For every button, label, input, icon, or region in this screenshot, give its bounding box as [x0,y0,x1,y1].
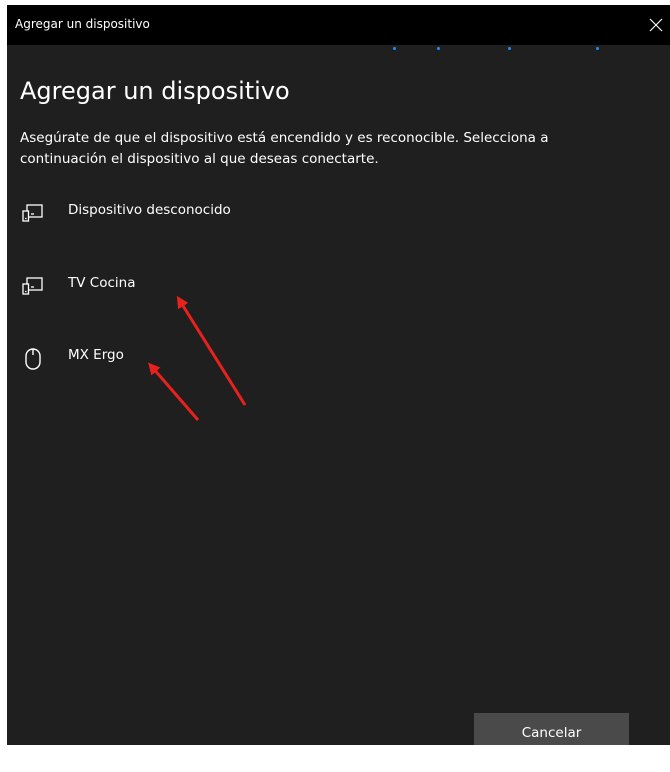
cancel-button[interactable]: Cancelar [474,713,629,745]
device-label: TV Cocina [68,275,136,291]
title-bar: Agregar un dispositivo [7,5,670,45]
device-label: Dispositivo desconocido [68,202,231,218]
close-icon [649,18,663,32]
close-button[interactable] [646,5,670,45]
display-device-icon [22,204,43,222]
window-title: Agregar un dispositivo [15,17,150,31]
page-title: Agregar un dispositivo [20,77,290,105]
device-item-mx-ergo[interactable]: MX Ergo [20,347,420,387]
progress-dot [437,47,440,50]
device-item-dispositivo-desconocido[interactable]: Dispositivo desconocido [20,202,420,242]
device-label: MX Ergo [68,347,124,363]
display-device-icon [22,277,43,295]
progress-dot [393,47,396,50]
mouse-icon [25,348,41,370]
add-device-dialog: Agregar un dispositivo Agregar un dispos… [7,5,670,745]
device-item-tv-cocina[interactable]: TV Cocina [20,275,420,315]
progress-dot [508,47,511,50]
instructions-text: Asegúrate de que el dispositivo está enc… [20,130,549,167]
progress-dot [596,47,599,50]
